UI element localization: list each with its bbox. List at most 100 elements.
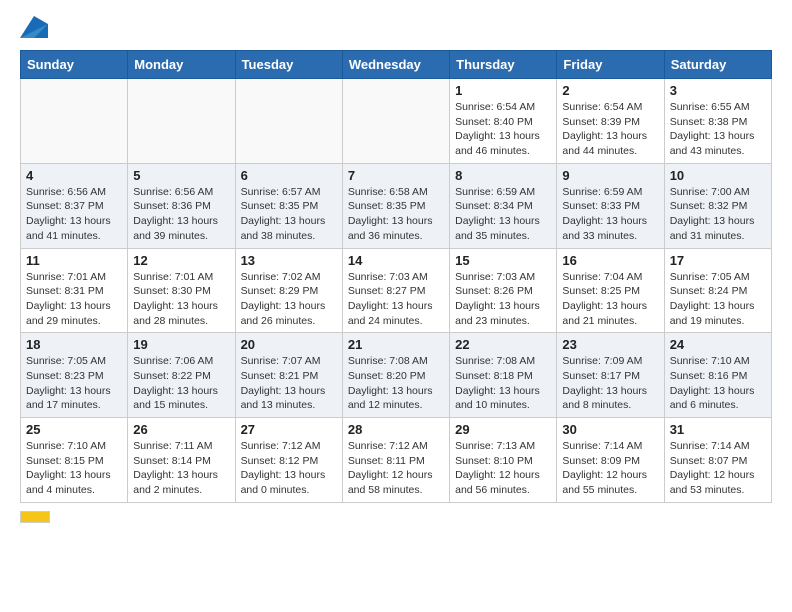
day-info: Sunrise: 6:54 AM Sunset: 8:40 PM Dayligh… — [455, 100, 551, 159]
day-info: Sunrise: 6:59 AM Sunset: 8:34 PM Dayligh… — [455, 185, 551, 244]
day-number: 2 — [562, 83, 658, 98]
day-info: Sunrise: 7:12 AM Sunset: 8:12 PM Dayligh… — [241, 439, 337, 498]
day-number: 17 — [670, 253, 766, 268]
day-info: Sunrise: 6:59 AM Sunset: 8:33 PM Dayligh… — [562, 185, 658, 244]
calendar-cell — [128, 79, 235, 164]
calendar-cell: 29 Sunrise: 7:13 AM Sunset: 8:10 PM Dayli… — [450, 418, 557, 503]
calendar-cell: 6 Sunrise: 6:57 AM Sunset: 8:35 PM Daylig… — [235, 163, 342, 248]
calendar-cell — [342, 79, 449, 164]
day-number: 16 — [562, 253, 658, 268]
day-number: 6 — [241, 168, 337, 183]
calendar-cell: 1 Sunrise: 6:54 AM Sunset: 8:40 PM Daylig… — [450, 79, 557, 164]
day-number: 31 — [670, 422, 766, 437]
calendar-cell: 30Sunrise: 7:14 AM Sunset: 8:09 PM Dayli… — [557, 418, 664, 503]
calendar-cell: 5 Sunrise: 6:56 AM Sunset: 8:36 PM Daylig… — [128, 163, 235, 248]
logo — [20, 16, 52, 38]
day-info: Sunrise: 7:00 AM Sunset: 8:32 PM Dayligh… — [670, 185, 766, 244]
calendar-cell: 12 Sunrise: 7:01 AM Sunset: 8:30 PM Dayli… — [128, 248, 235, 333]
calendar-cell: 26 Sunrise: 7:11 AM Sunset: 8:14 PM Dayli… — [128, 418, 235, 503]
footer — [20, 511, 772, 523]
calendar-week-row: 1 Sunrise: 6:54 AM Sunset: 8:40 PM Daylig… — [21, 79, 772, 164]
day-number: 14 — [348, 253, 444, 268]
calendar-cell: 13 Sunrise: 7:02 AM Sunset: 8:29 PM Dayli… — [235, 248, 342, 333]
day-number: 20 — [241, 337, 337, 352]
day-number: 9 — [562, 168, 658, 183]
day-number: 10 — [670, 168, 766, 183]
day-info: Sunrise: 7:06 AM Sunset: 8:22 PM Dayligh… — [133, 354, 229, 413]
calendar-header-row: SundayMondayTuesdayWednesdayThursdayFrid… — [21, 51, 772, 79]
calendar-header-monday: Monday — [128, 51, 235, 79]
day-info: Sunrise: 7:14 AM Sunset: 8:07 PM Dayligh… — [670, 439, 766, 498]
day-number: 29 — [455, 422, 551, 437]
calendar-week-row: 18Sunrise: 7:05 AM Sunset: 8:23 PM Dayli… — [21, 333, 772, 418]
day-info: Sunrise: 7:07 AM Sunset: 8:21 PM Dayligh… — [241, 354, 337, 413]
day-info: Sunrise: 6:54 AM Sunset: 8:39 PM Dayligh… — [562, 100, 658, 159]
calendar-header-thursday: Thursday — [450, 51, 557, 79]
day-info: Sunrise: 7:04 AM Sunset: 8:25 PM Dayligh… — [562, 270, 658, 329]
calendar-cell — [235, 79, 342, 164]
calendar-cell: 27Sunrise: 7:12 AM Sunset: 8:12 PM Dayli… — [235, 418, 342, 503]
day-number: 23 — [562, 337, 658, 352]
calendar-cell: 14 Sunrise: 7:03 AM Sunset: 8:27 PM Dayli… — [342, 248, 449, 333]
day-number: 19 — [133, 337, 229, 352]
day-info: Sunrise: 7:13 AM Sunset: 8:10 PM Dayligh… — [455, 439, 551, 498]
calendar-week-row: 4 Sunrise: 6:56 AM Sunset: 8:37 PM Daylig… — [21, 163, 772, 248]
day-number: 24 — [670, 337, 766, 352]
calendar-cell: 19 Sunrise: 7:06 AM Sunset: 8:22 PM Dayli… — [128, 333, 235, 418]
day-info: Sunrise: 7:10 AM Sunset: 8:16 PM Dayligh… — [670, 354, 766, 413]
day-info: Sunrise: 7:11 AM Sunset: 8:14 PM Dayligh… — [133, 439, 229, 498]
logo-icon — [20, 16, 48, 38]
day-number: 25 — [26, 422, 122, 437]
day-number: 28 — [348, 422, 444, 437]
day-info: Sunrise: 7:03 AM Sunset: 8:27 PM Dayligh… — [348, 270, 444, 329]
day-number: 1 — [455, 83, 551, 98]
day-number: 30 — [562, 422, 658, 437]
day-info: Sunrise: 6:56 AM Sunset: 8:37 PM Dayligh… — [26, 185, 122, 244]
day-number: 13 — [241, 253, 337, 268]
day-number: 4 — [26, 168, 122, 183]
day-info: Sunrise: 6:57 AM Sunset: 8:35 PM Dayligh… — [241, 185, 337, 244]
calendar-cell: 15 Sunrise: 7:03 AM Sunset: 8:26 PM Dayli… — [450, 248, 557, 333]
day-number: 21 — [348, 337, 444, 352]
day-info: Sunrise: 7:01 AM Sunset: 8:30 PM Dayligh… — [133, 270, 229, 329]
day-info: Sunrise: 6:55 AM Sunset: 8:38 PM Dayligh… — [670, 100, 766, 159]
day-number: 3 — [670, 83, 766, 98]
calendar-cell: 22Sunrise: 7:08 AM Sunset: 8:18 PM Dayli… — [450, 333, 557, 418]
day-number: 5 — [133, 168, 229, 183]
calendar-cell: 7Sunrise: 6:58 AM Sunset: 8:35 PM Daylig… — [342, 163, 449, 248]
calendar-cell: 8Sunrise: 6:59 AM Sunset: 8:34 PM Daylig… — [450, 163, 557, 248]
day-info: Sunrise: 6:56 AM Sunset: 8:36 PM Dayligh… — [133, 185, 229, 244]
calendar-cell: 23 Sunrise: 7:09 AM Sunset: 8:17 PM Dayli… — [557, 333, 664, 418]
calendar-header-friday: Friday — [557, 51, 664, 79]
calendar-cell: 25 Sunrise: 7:10 AM Sunset: 8:15 PM Dayli… — [21, 418, 128, 503]
calendar: SundayMondayTuesdayWednesdayThursdayFrid… — [20, 50, 772, 503]
day-number: 12 — [133, 253, 229, 268]
calendar-cell: 9 Sunrise: 6:59 AM Sunset: 8:33 PM Daylig… — [557, 163, 664, 248]
calendar-header-sunday: Sunday — [21, 51, 128, 79]
day-info: Sunrise: 7:08 AM Sunset: 8:18 PM Dayligh… — [455, 354, 551, 413]
day-info: Sunrise: 7:05 AM Sunset: 8:23 PM Dayligh… — [26, 354, 122, 413]
calendar-cell — [21, 79, 128, 164]
calendar-cell: 16 Sunrise: 7:04 AM Sunset: 8:25 PM Dayli… — [557, 248, 664, 333]
calendar-header-wednesday: Wednesday — [342, 51, 449, 79]
day-info: Sunrise: 7:02 AM Sunset: 8:29 PM Dayligh… — [241, 270, 337, 329]
calendar-cell: 10 Sunrise: 7:00 AM Sunset: 8:32 PM Dayli… — [664, 163, 771, 248]
day-number: 26 — [133, 422, 229, 437]
calendar-cell: 17 Sunrise: 7:05 AM Sunset: 8:24 PM Dayli… — [664, 248, 771, 333]
day-info: Sunrise: 7:05 AM Sunset: 8:24 PM Dayligh… — [670, 270, 766, 329]
calendar-week-row: 11Sunrise: 7:01 AM Sunset: 8:31 PM Dayli… — [21, 248, 772, 333]
day-info: Sunrise: 7:09 AM Sunset: 8:17 PM Dayligh… — [562, 354, 658, 413]
calendar-header-saturday: Saturday — [664, 51, 771, 79]
calendar-cell: 11Sunrise: 7:01 AM Sunset: 8:31 PM Dayli… — [21, 248, 128, 333]
calendar-week-row: 25 Sunrise: 7:10 AM Sunset: 8:15 PM Dayli… — [21, 418, 772, 503]
daylight-bar-icon — [20, 511, 50, 523]
day-info: Sunrise: 7:10 AM Sunset: 8:15 PM Dayligh… — [26, 439, 122, 498]
calendar-cell: 20 Sunrise: 7:07 AM Sunset: 8:21 PM Dayli… — [235, 333, 342, 418]
day-number: 15 — [455, 253, 551, 268]
calendar-cell: 24 Sunrise: 7:10 AM Sunset: 8:16 PM Dayli… — [664, 333, 771, 418]
calendar-header-tuesday: Tuesday — [235, 51, 342, 79]
calendar-cell: 3 Sunrise: 6:55 AM Sunset: 8:38 PM Daylig… — [664, 79, 771, 164]
header — [20, 16, 772, 38]
day-info: Sunrise: 7:12 AM Sunset: 8:11 PM Dayligh… — [348, 439, 444, 498]
day-info: Sunrise: 7:03 AM Sunset: 8:26 PM Dayligh… — [455, 270, 551, 329]
